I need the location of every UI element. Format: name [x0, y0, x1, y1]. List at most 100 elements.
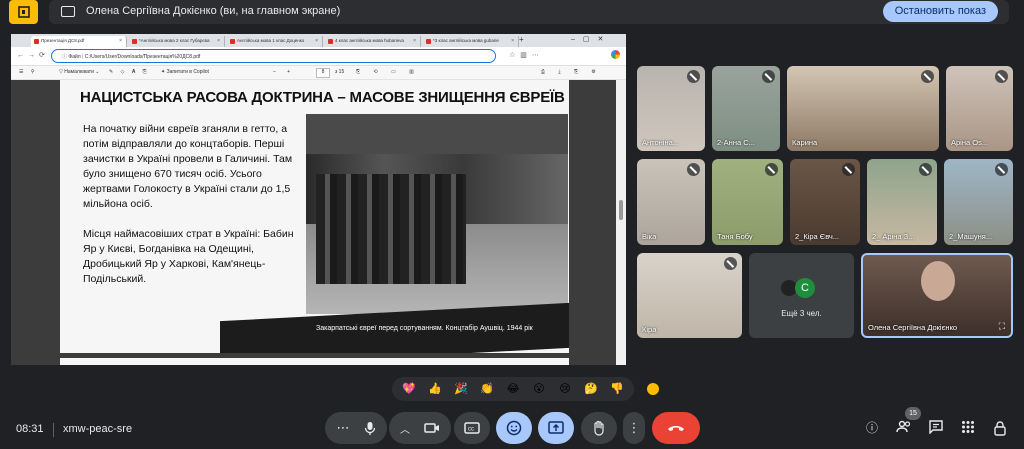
leave-call-button[interactable]	[652, 412, 700, 444]
mic-off-icon	[765, 163, 778, 176]
info-icon[interactable]: ⓘ	[864, 420, 880, 436]
browser-tab-label: *3 клас англійська мова gubarie	[433, 38, 499, 43]
url-text: C:/Users/User/Downloads/Презентація%20ДС…	[84, 54, 201, 60]
stop-presenting-button[interactable]: Остановить показ	[882, 1, 998, 22]
microphone-icon	[364, 421, 375, 435]
captions-button[interactable]: cc	[454, 412, 490, 444]
thinking-reaction-icon[interactable]: 🤔	[583, 381, 599, 397]
menu-icon[interactable]: ☰ ⚲	[19, 69, 38, 75]
browser-action-icons[interactable]: ☆▥⋯	[509, 51, 544, 59]
browser-tab[interactable]: *3 клас англійська мова gubarie ×	[423, 36, 519, 47]
microphone-button[interactable]: ⋯	[325, 412, 387, 444]
thumbs-down-reaction-icon[interactable]: 👎	[609, 381, 625, 397]
photo-caption: Закарпатські євреї перед сортуванням. Ко…	[316, 325, 533, 332]
participant-name: 2_ Аріна З...	[872, 232, 915, 241]
mic-off-icon	[995, 70, 1008, 83]
participant-name: Антоніна...	[642, 138, 680, 147]
close-icon[interactable]: ×	[315, 38, 318, 44]
present-screen-icon	[548, 421, 564, 434]
activities-grid-icon[interactable]	[960, 420, 976, 436]
svg-text:cc: cc	[468, 427, 474, 433]
close-icon[interactable]: ×	[413, 38, 416, 44]
file-label: Файл	[68, 54, 81, 60]
participant-tile[interactable]: 2-Анна С...	[712, 66, 780, 151]
browser-tab-label: Англійська мова 1 клас Доценко	[237, 38, 305, 43]
chevron-up-icon[interactable]: ︿	[400, 421, 410, 436]
url-input[interactable]: ⓘ Файл | C:/Users/User/Downloads/Презент…	[51, 49, 496, 63]
people-icon[interactable]	[896, 420, 912, 436]
more-audio-icon[interactable]: ⋯	[337, 420, 350, 436]
nav-arrows-icon[interactable]: ←→⟳	[17, 51, 49, 59]
save-print-icons[interactable]: ⎙ ⤓ ⎘ ⚙	[541, 69, 602, 75]
more-participants-tile[interactable]: С Ещё 3 чел.	[749, 253, 854, 338]
avatar-letter: С	[795, 278, 815, 298]
participant-tile[interactable]: Антоніна...	[637, 66, 705, 151]
browser-tab[interactable]: Англійська мова 1 клас Доценко ×	[227, 36, 323, 47]
meeting-controls-bar: 08:31 xmw-peac-sre ⋯ ︿ cc ⋮ ⓘ	[0, 408, 1024, 449]
browser-tab[interactable]: 4 клас англійська мова hubarieva ×	[325, 36, 421, 47]
zoom-controls[interactable]: – +	[273, 69, 295, 75]
browser-tab[interactable]: Презентація ДС8.pdf ×	[31, 36, 127, 47]
participant-tile[interactable]: Кіра	[637, 253, 742, 338]
reactions-bar: 💖 👍 🎉 👏 😂 😮 😢 🤔 👎	[392, 377, 634, 401]
participant-name: 2-Анна С...	[717, 138, 755, 147]
laugh-reaction-icon[interactable]: 😂	[505, 381, 521, 397]
more-options-button[interactable]: ⋮	[623, 412, 645, 444]
participant-name: Кіра	[642, 325, 657, 334]
address-bar: ←→⟳ ⓘ Файл | C:/Users/User/Downloads/Пре…	[11, 47, 626, 66]
participant-name: Аріна Os...	[951, 138, 989, 147]
people-count-badge: 15	[905, 407, 921, 420]
chat-icon[interactable]	[928, 420, 944, 436]
participant-name: Карина	[792, 138, 818, 147]
copilot-button[interactable]: ✦ Запитати в Copilot	[161, 69, 209, 75]
pdf-scrollbar[interactable]	[616, 80, 626, 365]
emoji-button[interactable]	[496, 412, 532, 444]
page-number-input[interactable]: 8	[316, 68, 330, 78]
camera-icon	[424, 423, 439, 433]
participant-tile[interactable]: 2_Машуня...	[944, 159, 1013, 245]
shared-screen: Презентація ДС8.pdf × *Англійська мова 2 …	[11, 34, 626, 365]
view-icons[interactable]: ⎘ ⟲ ▭ ▥	[356, 69, 420, 75]
window-controls[interactable]: –▢✕	[571, 35, 611, 43]
browser-tab-label: Презентація ДС8.pdf	[41, 38, 85, 43]
annotate-icons[interactable]: ✎ ◇ 𝐀 ⎘	[109, 69, 150, 75]
sad-reaction-icon[interactable]: 😢	[557, 381, 573, 397]
app-logo-icon[interactable]	[9, 0, 38, 24]
heart-reaction-icon[interactable]: 💖	[401, 381, 417, 397]
raise-hand-button[interactable]	[581, 412, 617, 444]
crop-icon[interactable]: ⛶	[999, 321, 1005, 332]
camera-button[interactable]: ︿	[389, 412, 451, 444]
thumbs-up-reaction-icon[interactable]: 👍	[427, 381, 443, 397]
close-icon[interactable]: ×	[217, 38, 220, 44]
participant-tile[interactable]: 2_ Аріна З...	[867, 159, 937, 245]
self-view-tile[interactable]: Олена Сергіївна Докієнко ⛶	[861, 253, 1013, 338]
hand-icon	[594, 420, 604, 436]
draw-button[interactable]: ▽ Намалювати ⌄	[59, 69, 99, 75]
slide-title: НАЦИСТСЬКА РАСОВА ДОКТРИНА – МАСОВЕ ЗНИЩ…	[80, 89, 565, 106]
copilot-icon[interactable]	[611, 50, 620, 59]
meeting-code: xmw-peac-sre	[63, 423, 133, 435]
participant-tile[interactable]: Віка	[637, 159, 705, 245]
surprised-reaction-icon[interactable]: 😮	[531, 381, 547, 397]
clap-reaction-icon[interactable]: 👏	[479, 381, 495, 397]
mic-off-icon	[995, 163, 1008, 176]
present-button[interactable]	[538, 412, 574, 444]
mic-off-icon	[687, 163, 700, 176]
participant-tile[interactable]: Карина	[787, 66, 939, 151]
avatar	[921, 261, 955, 301]
slide-page: НАЦИСТСЬКА РАСОВА ДОКТРИНА – МАСОВЕ ЗНИЩ…	[60, 80, 569, 353]
participant-tile[interactable]: Аріна Os...	[946, 66, 1013, 151]
participant-tile[interactable]: Таня Бобу	[712, 159, 783, 245]
skin-tone-icon[interactable]	[645, 381, 661, 397]
mic-off-icon	[687, 70, 700, 83]
hang-up-icon	[668, 426, 684, 431]
host-controls-lock-icon[interactable]	[992, 420, 1008, 436]
new-tab-button[interactable]: +	[519, 35, 524, 44]
close-icon[interactable]: ×	[119, 38, 122, 44]
mic-off-icon	[842, 163, 855, 176]
browser-tab[interactable]: *Англійська мова 2 клас Губарєва ×	[129, 36, 225, 47]
participant-tile[interactable]: 2_Кіра Євч...	[790, 159, 860, 245]
mic-off-icon	[921, 70, 934, 83]
close-icon[interactable]: ×	[511, 38, 514, 44]
party-reaction-icon[interactable]: 🎉	[453, 381, 469, 397]
